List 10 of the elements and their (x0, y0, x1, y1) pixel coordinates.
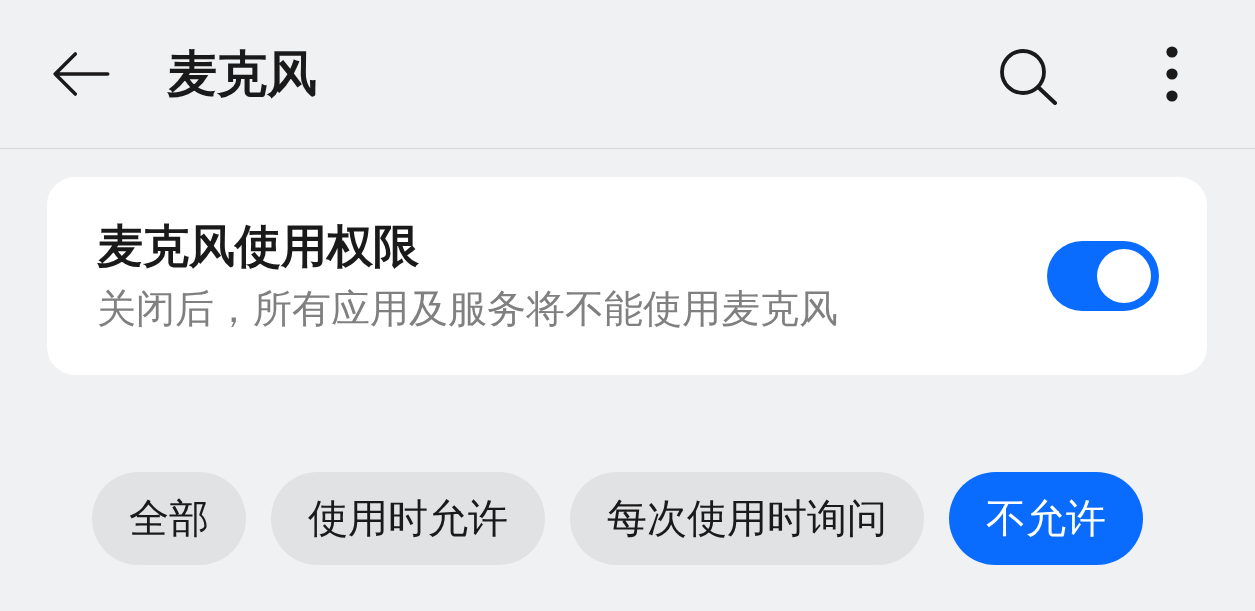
filter-chip[interactable]: 全部 (92, 472, 246, 565)
search-icon[interactable] (998, 47, 1058, 105)
page-title: 麦克风 (167, 44, 317, 104)
back-arrow-icon[interactable] (52, 52, 110, 96)
filter-chip[interactable]: 使用时允许 (271, 472, 545, 565)
permission-description: 关闭后，所有应用及服务将不能使用麦克风 (97, 285, 839, 334)
filter-chip[interactable]: 每次使用时询问 (570, 472, 924, 565)
more-options-icon[interactable] (1166, 46, 1178, 102)
permission-title: 麦克风使用权限 (97, 217, 420, 275)
filter-chip[interactable]: 不允许 (949, 472, 1143, 565)
